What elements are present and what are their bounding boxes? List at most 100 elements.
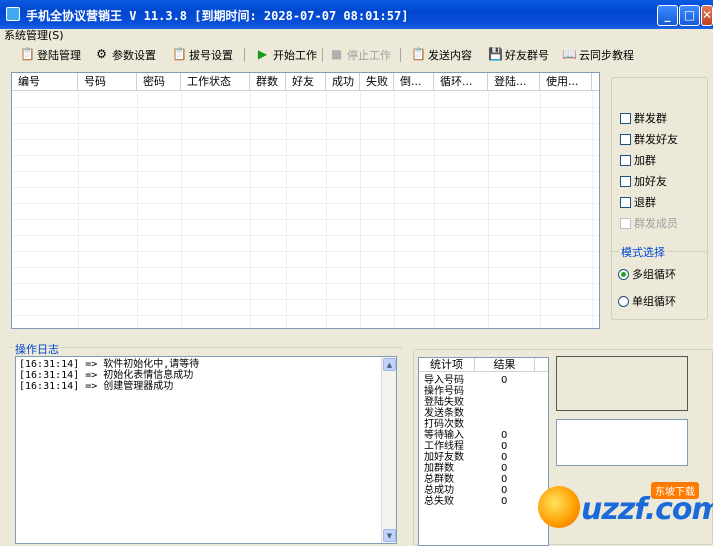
param-settings-button[interactable]: ⚙ 参数设置 [95, 46, 156, 63]
grid-column-line [360, 91, 361, 328]
stat-label: 加好友数 [424, 452, 464, 463]
grid-column-line [78, 91, 79, 328]
stat-label: 等待输入 [424, 430, 464, 441]
mode-select-label: 模式选择 [619, 244, 667, 260]
operation-log-group: 操作日志 [16:31:14] => 软件初始化中,请等待 [16:31:14]… [9, 341, 402, 545]
scroll-up-icon[interactable]: ▲ [383, 358, 396, 371]
gear-icon: ⚙ [96, 47, 107, 61]
toolbar-separator [322, 48, 323, 62]
window-title: 手机全协议营销王 V 11.3.8 [到期时间: 2028-07-07 08:0… [26, 9, 409, 23]
single-loop-radio[interactable]: 单组循环 [618, 293, 676, 309]
title-bar[interactable]: 手机全协议营销王 V 11.3.8 [到期时间: 2028-07-07 08:0… [0, 0, 713, 29]
column-header[interactable]: 群数 [250, 73, 286, 91]
log-scrollbar[interactable]: ▲ ▼ [381, 357, 396, 543]
save-icon: 💾 [488, 47, 503, 61]
column-header[interactable]: 成功 [326, 73, 360, 91]
friend-group-number-button[interactable]: 💾 好友群号 [488, 46, 549, 63]
stat-label: 加群数 [424, 463, 454, 474]
grid-row-line [12, 203, 599, 204]
column-header[interactable]: 编号 [12, 73, 78, 91]
grid-column-line [434, 91, 435, 328]
app-icon [6, 7, 20, 21]
statistics-table[interactable]: 统计项 结果 导入号码 0 操作号码 登陆失败 发送条数 打码次数 等待输入 0 工作线程 0 加好… [418, 357, 549, 546]
send-content-button[interactable]: 📋 发送内容 [411, 46, 472, 63]
send-content-icon: 📋 [411, 47, 426, 61]
stat-result-header[interactable]: 结果 [475, 358, 535, 372]
grid-column-line [181, 91, 182, 328]
grid-column-line [540, 91, 541, 328]
dial-settings-icon: 📋 [172, 47, 187, 61]
cloud-sync-tutorial-button[interactable]: 📖 云同步教程 [562, 46, 634, 63]
column-header[interactable]: 号码 [78, 73, 137, 91]
column-header[interactable]: 工作状态 [181, 73, 250, 91]
toolbar-separator [244, 48, 245, 62]
add-friend-checkbox[interactable]: 加好友 [620, 173, 667, 189]
log-line: [16:31:14] => 初始化表情信息成功 [19, 370, 194, 381]
close-button[interactable]: ✕ [701, 5, 713, 26]
stat-value: 0 [501, 375, 508, 386]
column-header[interactable]: 失败 [360, 73, 394, 91]
grid-column-line [286, 91, 287, 328]
stat-value: 0 [501, 496, 508, 507]
operation-log-label: 操作日志 [13, 341, 61, 357]
grid-row-line [12, 219, 599, 220]
stat-value: 0 [501, 485, 508, 496]
grid-row-line [12, 107, 599, 108]
column-header[interactable]: 登陆... [488, 73, 540, 91]
grid-row-line [12, 283, 599, 284]
operation-log-textarea[interactable]: [16:31:14] => 软件初始化中,请等待 [16:31:14] => 初… [15, 356, 397, 544]
scroll-down-icon[interactable]: ▼ [383, 529, 396, 542]
grid-row-line [12, 123, 599, 124]
stat-label: 打码次数 [424, 419, 464, 430]
dial-settings-button[interactable]: 📋 拔号设置 [172, 46, 233, 63]
grid-column-line [592, 91, 593, 328]
stat-label: 发送条数 [424, 408, 464, 419]
stat-item-header[interactable]: 统计项 [419, 358, 475, 372]
main-window: 手机全协议营销王 V 11.3.8 [到期时间: 2028-07-07 08:0… [0, 0, 713, 546]
grid-row-line [12, 251, 599, 252]
grid-column-line [394, 91, 395, 328]
stat-label: 总失败 [424, 496, 454, 507]
grid-row-line [12, 155, 599, 156]
send-friends-checkbox[interactable]: 群发好友 [620, 131, 678, 147]
maximize-button[interactable]: □ [679, 5, 700, 26]
grid-header: 编号 号码 密码 工作状态 群数 好友 成功 失败 倒... 循环... 登陆.… [12, 73, 599, 91]
minimize-button[interactable]: _ [657, 5, 678, 26]
stop-work-button[interactable]: ■ 停止工作 [330, 46, 391, 63]
log-line: [16:31:14] => 创建管理器成功 [19, 381, 174, 392]
stat-label: 登陆失败 [424, 397, 464, 408]
preview-box [556, 356, 688, 411]
stat-label: 总成功 [424, 485, 454, 496]
menu-bar: 系统管理(S) [0, 29, 713, 43]
grid-row-line [12, 267, 599, 268]
stat-label: 工作线程 [424, 441, 464, 452]
send-group-checkbox[interactable]: 群发群 [620, 110, 667, 126]
watermark-logo: uzzf.com 东坡下载 [533, 478, 713, 540]
stat-label: 操作号码 [424, 386, 464, 397]
grid-row-line [12, 139, 599, 140]
stat-value: 0 [501, 430, 508, 441]
column-header[interactable]: 密码 [137, 73, 181, 91]
quit-group-checkbox[interactable]: 退群 [620, 194, 656, 210]
play-icon: ▶ [257, 47, 268, 61]
login-manage-button[interactable]: 📋 登陆管理 [20, 46, 81, 63]
send-members-checkbox[interactable]: 群发成员 [620, 215, 678, 231]
stop-icon: ■ [330, 47, 343, 61]
start-work-button[interactable]: ▶ 开始工作 [256, 46, 317, 63]
captcha-input-box[interactable] [556, 419, 688, 466]
account-grid[interactable]: 编号 号码 密码 工作状态 群数 好友 成功 失败 倒... 循环... 登陆.… [11, 72, 600, 329]
stat-value: 0 [501, 463, 508, 474]
column-header[interactable]: 倒... [394, 73, 434, 91]
multi-loop-radio[interactable]: 多组循环 [618, 266, 676, 282]
stat-label: 导入号码 [424, 375, 464, 386]
column-header[interactable]: 好友 [286, 73, 326, 91]
grid-column-line [488, 91, 489, 328]
column-header[interactable]: 循环... [434, 73, 488, 91]
stat-value: 0 [501, 452, 508, 463]
watermark-badge: 东坡下载 [651, 482, 699, 499]
add-group-checkbox[interactable]: 加群 [620, 152, 656, 168]
menu-system[interactable]: 系统管理(S) [4, 29, 64, 43]
grid-row-line [12, 235, 599, 236]
toolbar-separator [400, 48, 401, 62]
column-header[interactable]: 使用... [540, 73, 592, 91]
